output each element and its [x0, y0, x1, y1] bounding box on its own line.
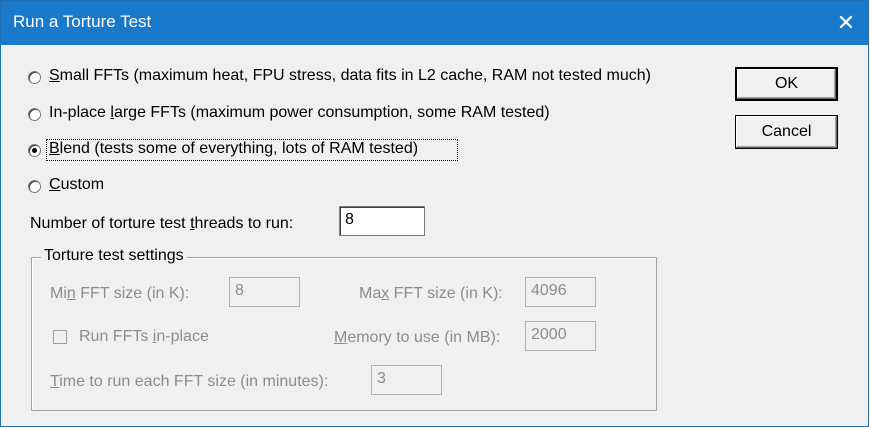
max-fft-input[interactable]: 4096: [525, 277, 596, 307]
min-fft-input[interactable]: 8: [229, 277, 300, 307]
run-inplace-checkbox[interactable]: [53, 330, 67, 344]
threads-label: Number of torture test threads to run:: [30, 215, 294, 232]
threads-input[interactable]: 8: [339, 206, 425, 236]
run-inplace-label[interactable]: Run FFTs in-place: [79, 328, 209, 346]
dialog-body: Small FFTs (maximum heat, FPU stress, da…: [9, 45, 861, 420]
small-ffts-radio[interactable]: [28, 71, 41, 84]
torture-settings-legend: Torture test settings: [41, 247, 187, 265]
blend-label[interactable]: Blend (tests some of everything, lots of…: [49, 140, 418, 158]
close-icon[interactable]: ✕: [824, 1, 868, 45]
torture-test-dialog: Run a Torture Test ✕ Small FFTs (maximum…: [0, 0, 869, 427]
memory-input[interactable]: 2000: [525, 321, 596, 351]
max-fft-label: Max FFT size (in K):: [359, 285, 503, 302]
custom-radio[interactable]: [28, 180, 41, 193]
dialog-title: Run a Torture Test: [13, 12, 152, 31]
inplace-large-ffts-radio[interactable]: [28, 108, 41, 121]
custom-label[interactable]: Custom: [49, 176, 104, 194]
time-label: Time to run each FFT size (in minutes):: [50, 373, 329, 390]
title-bar: Run a Torture Test ✕: [1, 1, 868, 45]
time-input[interactable]: 3: [371, 365, 442, 395]
ok-button[interactable]: OK: [735, 67, 838, 101]
min-fft-label: Min FFT size (in K):: [50, 285, 190, 302]
inplace-large-ffts-label[interactable]: In-place large FFTs (maximum power consu…: [49, 104, 550, 122]
small-ffts-label[interactable]: Small FFTs (maximum heat, FPU stress, da…: [49, 67, 651, 85]
cancel-button[interactable]: Cancel: [735, 115, 838, 149]
blend-radio[interactable]: [28, 144, 41, 157]
memory-label: Memory to use (in MB):: [334, 329, 501, 346]
